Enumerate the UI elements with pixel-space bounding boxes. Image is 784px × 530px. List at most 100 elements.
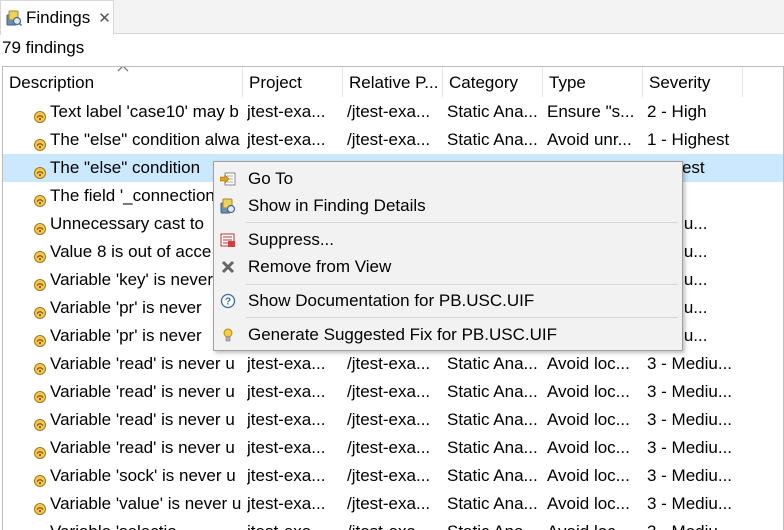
cell-category: Static Ana... bbox=[447, 130, 538, 149]
cell-category: Static Ana... bbox=[447, 382, 538, 401]
table-row[interactable]: Variable 'value' is never u jtest-exa... /… bbox=[3, 490, 783, 518]
cell-type: Avoid loc... bbox=[547, 494, 630, 513]
cell-description: Variable 'read' is never u bbox=[30, 406, 241, 434]
cell-type: Avoid unr... bbox=[547, 130, 632, 149]
finding-description-text: Variable 'key' is never bbox=[50, 270, 214, 289]
column-header-severity[interactable]: Severity bbox=[643, 67, 743, 97]
table-header: Description Project Relative P... Catego… bbox=[3, 67, 783, 97]
finding-severity-icon bbox=[33, 189, 47, 207]
cell-type: Avoid loc... bbox=[547, 438, 630, 457]
finding-severity-icon bbox=[33, 301, 47, 319]
cell-relative-path: /jtest-exa... bbox=[347, 102, 431, 121]
table-row[interactable]: Variable 'sock' is never u jtest-exa... /j… bbox=[3, 462, 783, 490]
cell-severity: 3 - Mediu... bbox=[647, 410, 733, 429]
finding-severity-icon bbox=[33, 413, 47, 431]
cell-description: Variable 'value' is never u bbox=[30, 490, 241, 518]
column-header-description[interactable]: Description bbox=[3, 67, 243, 97]
cell-description: Value 8 is out of acce bbox=[30, 238, 241, 266]
cell-severity: 2 - High bbox=[647, 102, 707, 121]
findings-tab[interactable]: Findings ✕ bbox=[0, 0, 114, 35]
findings-view-icon bbox=[6, 10, 23, 27]
finding-description-text: Variable 'read' is never u bbox=[50, 410, 235, 429]
cell-project: jtest-exa... bbox=[247, 102, 326, 121]
cell-project: jtest-exa... bbox=[247, 382, 326, 401]
cell-type: Avoid loc... bbox=[547, 354, 630, 373]
cell-description: Variable 'key' is never bbox=[30, 266, 241, 294]
finding-description-text: Variable 'pr' is never bbox=[50, 298, 202, 317]
cell-type: Ensure "s... bbox=[547, 102, 635, 121]
table-row[interactable]: Variable 'read' is never u jtest-exa... /j… bbox=[3, 378, 783, 406]
context-menu: Go To Show in Finding Details Suppress..… bbox=[213, 161, 683, 351]
cell-description: The "else" condition bbox=[30, 154, 241, 182]
cell-description: The field '_connection bbox=[30, 182, 241, 210]
cell-description: Text label 'case10' may b bbox=[30, 98, 241, 126]
cell-severity: 1 - Highest bbox=[647, 130, 730, 149]
lightbulb-icon bbox=[223, 328, 233, 342]
finding-severity-icon bbox=[33, 441, 47, 459]
column-header-category[interactable]: Category bbox=[443, 67, 543, 97]
menu-item-remove-from-view[interactable]: Remove from View bbox=[214, 254, 682, 280]
menu-item-generate-suggested-fix[interactable]: Generate Suggested Fix for PB.USC.UIF bbox=[214, 322, 682, 348]
finding-severity-icon bbox=[33, 497, 47, 515]
column-header-label: Category bbox=[449, 73, 518, 92]
cell-relative-path: /jtest-exa... bbox=[347, 494, 431, 513]
cell-description: The "else" condition alwa bbox=[30, 126, 241, 154]
table-row[interactable]: Variable 'read' is never u jtest-exa... /j… bbox=[3, 350, 783, 378]
cell-project: jtest-exa... bbox=[247, 438, 326, 457]
menu-separator bbox=[246, 317, 678, 318]
finding-severity-icon bbox=[33, 469, 47, 487]
cell-relative-path: /jtest-exa... bbox=[347, 130, 431, 149]
column-header-project[interactable]: Project bbox=[243, 67, 343, 97]
menu-item-label: Show Documentation for PB.USC.UIF bbox=[248, 291, 535, 310]
table-row[interactable]: The "else" condition alwa jtest-exa... /jt… bbox=[3, 126, 783, 154]
cell-severity: 3 - Mediu... bbox=[647, 354, 733, 373]
cell-description: Variable 'read' is never u bbox=[30, 378, 241, 406]
finding-severity-icon bbox=[33, 357, 47, 375]
table-row[interactable]: Variable 'selectio jtest-exa... /jtest-exa… bbox=[3, 518, 783, 530]
finding-severity-icon bbox=[33, 161, 47, 179]
column-header-label: Description bbox=[9, 73, 95, 92]
cell-relative-path: /jtest-exa... bbox=[347, 438, 431, 457]
column-header-type[interactable]: Type bbox=[543, 67, 643, 97]
cell-relative-path: /jtest-exa... bbox=[347, 466, 431, 485]
finding-severity-icon bbox=[33, 245, 47, 263]
view-tab-bar: Findings ✕ bbox=[0, 0, 784, 35]
finding-description-text: The "else" condition alwa bbox=[50, 130, 240, 149]
go-to-icon bbox=[220, 172, 236, 186]
cell-relative-path: /jtest-exa... bbox=[347, 382, 431, 401]
svg-text:?: ? bbox=[225, 297, 231, 308]
documentation-icon: ? bbox=[220, 293, 236, 309]
finding-description-text: Value 8 is out of acce bbox=[50, 242, 212, 261]
finding-description-text: Variable 'pr' is never bbox=[50, 326, 202, 345]
table-row[interactable]: Text label 'case10' may b jtest-exa... /jt… bbox=[3, 98, 783, 126]
findings-count: 79 findings bbox=[2, 38, 85, 57]
menu-separator bbox=[246, 284, 678, 285]
cell-category: Static Ana... bbox=[447, 494, 538, 513]
menu-item-show-documentation[interactable]: ? Show Documentation for PB.USC.UIF bbox=[214, 288, 682, 314]
table-row[interactable]: Variable 'read' is never u jtest-exa... /j… bbox=[3, 434, 783, 462]
cell-type: Avoid loc... bbox=[547, 518, 643, 530]
cell-project: jtest-exa... bbox=[247, 410, 326, 429]
cell-category: Static Ana... bbox=[447, 410, 538, 429]
finding-severity-icon bbox=[33, 329, 47, 347]
menu-item-go-to[interactable]: Go To bbox=[214, 166, 682, 192]
finding-severity-icon bbox=[33, 525, 47, 530]
finding-severity-icon bbox=[33, 217, 47, 235]
table-row[interactable]: Variable 'read' is never u jtest-exa... /j… bbox=[3, 406, 783, 434]
menu-item-suppress[interactable]: Suppress... bbox=[214, 227, 682, 253]
cell-description: Variable 'pr' is never bbox=[30, 294, 241, 322]
finding-severity-icon bbox=[33, 273, 47, 291]
menu-separator bbox=[246, 222, 678, 223]
menu-item-label: Go To bbox=[248, 169, 294, 188]
menu-item-label: Remove from View bbox=[248, 257, 392, 276]
cell-description: Variable 'read' is never u bbox=[30, 350, 241, 378]
menu-item-show-in-finding-details[interactable]: Show in Finding Details bbox=[214, 193, 682, 219]
column-header-label: Relative P... bbox=[349, 73, 439, 92]
column-header-relative-path[interactable]: Relative P... bbox=[343, 67, 443, 97]
finding-description-text: The "else" condition bbox=[50, 158, 201, 177]
cell-severity: 3 - Mediu... bbox=[647, 518, 777, 530]
cell-type: Avoid loc... bbox=[547, 410, 630, 429]
finding-severity-icon bbox=[33, 105, 47, 123]
close-icon[interactable]: ✕ bbox=[98, 9, 111, 27]
cell-relative-path: /jtest-exa... bbox=[347, 518, 443, 530]
